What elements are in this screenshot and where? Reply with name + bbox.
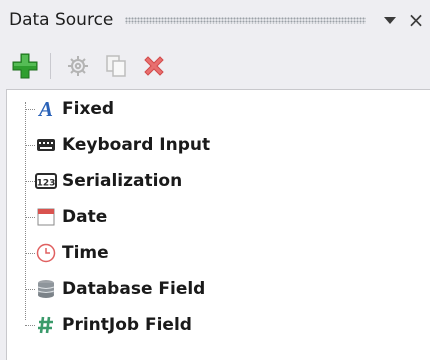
serialization-icon: 123 (35, 170, 57, 192)
toolbar (0, 46, 430, 86)
tree-item-fixed[interactable]: A Fixed (25, 93, 114, 125)
tree-item-label: PrintJob Field (62, 315, 192, 335)
text-a-icon: A (35, 98, 57, 120)
tree-item-label: Serialization (62, 171, 183, 191)
tree-item-keyboard-input[interactable]: Keyboard Input (25, 129, 210, 161)
settings-button[interactable] (63, 51, 93, 81)
clock-icon (35, 242, 57, 264)
tree-item-date[interactable]: Date (25, 201, 107, 233)
hash-icon (35, 314, 57, 336)
svg-text:A: A (37, 98, 53, 120)
delete-icon (144, 56, 164, 76)
panel-titlebar: Data Source × (0, 0, 430, 40)
panel-menu-button[interactable] (380, 8, 400, 32)
keyboard-icon (35, 134, 57, 156)
copy-button[interactable] (101, 51, 131, 81)
tree-item-printjob-field[interactable]: PrintJob Field (25, 309, 192, 341)
svg-text:123: 123 (37, 179, 56, 189)
toolbar-separator (50, 53, 51, 79)
data-source-panel: Data Source × A Fixed Keyboard Input 123… (0, 0, 430, 360)
plus-icon (12, 53, 38, 79)
tree-item-time[interactable]: Time (25, 237, 109, 269)
copy-icon (106, 55, 126, 77)
data-source-tree: A Fixed Keyboard Input 123 Serialization… (6, 89, 430, 360)
chevron-down-icon (384, 17, 396, 24)
delete-button[interactable] (139, 51, 169, 81)
gear-icon (68, 56, 88, 76)
panel-title: Data Source (9, 10, 114, 30)
calendar-icon (35, 206, 57, 228)
database-icon (35, 278, 57, 300)
tree-item-label: Keyboard Input (62, 135, 211, 155)
tree-item-label: Database Field (62, 279, 206, 299)
panel-close-button[interactable]: × (406, 8, 426, 32)
tree-item-serialization[interactable]: 123 Serialization (25, 165, 182, 197)
tree-item-label: Time (62, 243, 109, 263)
add-button[interactable] (10, 51, 40, 81)
tree-item-database-field[interactable]: Database Field (25, 273, 205, 305)
tree-item-label: Date (62, 207, 108, 227)
drag-grip[interactable] (125, 16, 366, 24)
tree-item-label: Fixed (62, 99, 115, 119)
